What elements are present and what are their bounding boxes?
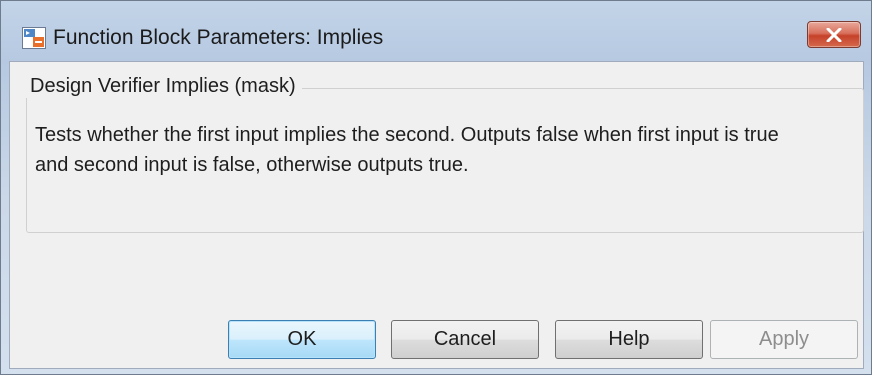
dialog-window: Function Block Parameters: Implies Desig… (0, 0, 872, 375)
close-button[interactable] (807, 21, 861, 48)
help-button[interactable]: Help (555, 320, 703, 359)
ok-button[interactable]: OK (228, 320, 376, 359)
apply-button[interactable]: Apply (710, 320, 858, 359)
window-title: Function Block Parameters: Implies (53, 26, 384, 49)
cancel-button[interactable]: Cancel (391, 320, 539, 359)
block-description: Tests whether the first input implies th… (35, 124, 779, 176)
dialog-client-area: Design Verifier Implies (mask) Tests whe… (9, 61, 864, 369)
group-legend: Design Verifier Implies (mask) (24, 75, 302, 98)
simulink-block-icon (22, 27, 46, 49)
close-icon (826, 28, 842, 42)
